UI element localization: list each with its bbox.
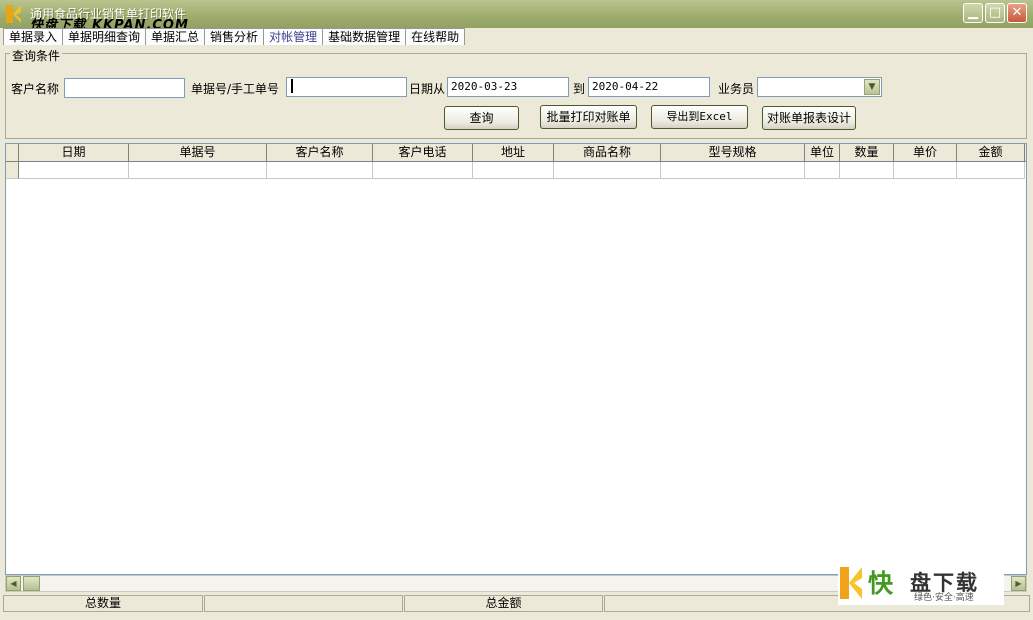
watermark-logo: 快 盘下载 绿色·安全·高速 bbox=[838, 563, 1004, 605]
table-cell[interactable] bbox=[554, 162, 661, 179]
title-bar: 通用食品行业销售单打印软件 快盘下载 KKPAN.COM ▁ □ ✕ bbox=[0, 0, 1033, 33]
customer-label: 客户名称 bbox=[11, 82, 60, 96]
table-cell[interactable] bbox=[661, 162, 805, 179]
logo-text-kuai: 快 bbox=[868, 569, 895, 598]
tab-document-entry[interactable]: 单据录入 bbox=[3, 28, 64, 45]
tab-document-summary[interactable]: 单据汇总 bbox=[145, 28, 206, 45]
maximize-button[interactable]: □ bbox=[985, 3, 1005, 23]
date-from-label: 日期从 bbox=[409, 82, 446, 96]
maximize-icon: □ bbox=[988, 5, 1002, 20]
window-controls: ▁ □ ✕ bbox=[963, 3, 1027, 23]
table-cell[interactable] bbox=[373, 162, 473, 179]
close-icon: ✕ bbox=[1011, 5, 1023, 20]
column-header-product-name[interactable]: 商品名称 bbox=[554, 144, 661, 161]
column-header-address[interactable]: 地址 bbox=[473, 144, 554, 161]
column-header-customer-phone[interactable]: 客户电话 bbox=[373, 144, 473, 161]
scrollbar-thumb[interactable] bbox=[23, 576, 40, 591]
table-cell[interactable] bbox=[129, 162, 267, 179]
logo-slogan: 绿色·安全·高速 bbox=[914, 593, 974, 603]
date-from-input[interactable]: 2020-03-23 bbox=[447, 77, 569, 97]
column-header-customer-name[interactable]: 客户名称 bbox=[267, 144, 373, 161]
customer-input[interactable] bbox=[64, 78, 185, 98]
tab-sales-analysis[interactable]: 销售分析 bbox=[204, 28, 265, 45]
table-cell[interactable] bbox=[840, 162, 894, 179]
reconciliation-grid[interactable]: 日期 单据号 客户名称 客户电话 地址 商品名称 型号规格 单位 数量 单价 金… bbox=[5, 143, 1027, 575]
date-to-label: 到 bbox=[573, 82, 586, 96]
column-header-model-spec[interactable]: 型号规格 bbox=[661, 144, 805, 161]
column-header-unit-price[interactable]: 单价 bbox=[894, 144, 957, 161]
table-cell[interactable] bbox=[19, 162, 129, 179]
salesman-select[interactable]: ▼ bbox=[757, 77, 882, 97]
column-header-doc-number[interactable]: 单据号 bbox=[129, 144, 267, 161]
query-group-title: 查询条件 bbox=[10, 47, 63, 64]
table-row[interactable] bbox=[6, 162, 1026, 179]
doc-number-input[interactable] bbox=[286, 77, 407, 97]
text-cursor bbox=[291, 79, 293, 93]
search-button[interactable]: 查询 bbox=[444, 106, 519, 130]
total-quantity-value bbox=[204, 595, 403, 612]
column-header-quantity[interactable]: 数量 bbox=[840, 144, 894, 161]
total-quantity-label: 总数量 bbox=[3, 595, 203, 612]
tab-online-help[interactable]: 在线帮助 bbox=[405, 28, 466, 45]
report-design-button[interactable]: 对账单报表设计 bbox=[762, 106, 856, 130]
tab-document-detail-query[interactable]: 单据明细查询 bbox=[62, 28, 147, 45]
app-logo-icon bbox=[6, 5, 21, 23]
column-header-date[interactable]: 日期 bbox=[19, 144, 129, 161]
doc-number-label: 单据号/手工单号 bbox=[191, 82, 280, 96]
column-header-amount[interactable]: 金额 bbox=[957, 144, 1025, 161]
main-tabs: 单据录入 单据明细查询 单据汇总 销售分析 对帐管理 基础数据管理 在线帮助 bbox=[3, 28, 466, 45]
salesman-label: 业务员 bbox=[718, 82, 755, 96]
table-cell[interactable] bbox=[805, 162, 840, 179]
grid-header: 日期 单据号 客户名称 客户电话 地址 商品名称 型号规格 单位 数量 单价 金… bbox=[6, 144, 1026, 162]
table-cell[interactable] bbox=[473, 162, 554, 179]
table-cell[interactable] bbox=[894, 162, 957, 179]
export-excel-button[interactable]: 导出到Excel bbox=[651, 105, 748, 129]
tab-basic-data[interactable]: 基础数据管理 bbox=[322, 28, 407, 45]
table-cell[interactable] bbox=[957, 162, 1025, 179]
kkpan-logo-icon bbox=[840, 567, 862, 599]
row-header[interactable] bbox=[6, 162, 19, 179]
batch-print-button[interactable]: 批量打印对账单 bbox=[540, 105, 637, 129]
close-button[interactable]: ✕ bbox=[1007, 3, 1027, 23]
minimize-icon: ▁ bbox=[968, 5, 978, 20]
table-cell[interactable] bbox=[267, 162, 373, 179]
date-to-input[interactable]: 2020-04-22 bbox=[588, 77, 710, 97]
chevron-down-icon[interactable]: ▼ bbox=[864, 79, 880, 95]
total-amount-label: 总金额 bbox=[404, 595, 603, 612]
tab-reconciliation[interactable]: 对帐管理 bbox=[263, 28, 324, 45]
scroll-right-icon[interactable]: ▶ bbox=[1011, 576, 1026, 591]
minimize-button[interactable]: ▁ bbox=[963, 3, 983, 23]
row-header-corner bbox=[6, 144, 19, 161]
scroll-left-icon[interactable]: ◀ bbox=[6, 576, 21, 591]
column-header-unit[interactable]: 单位 bbox=[805, 144, 840, 161]
